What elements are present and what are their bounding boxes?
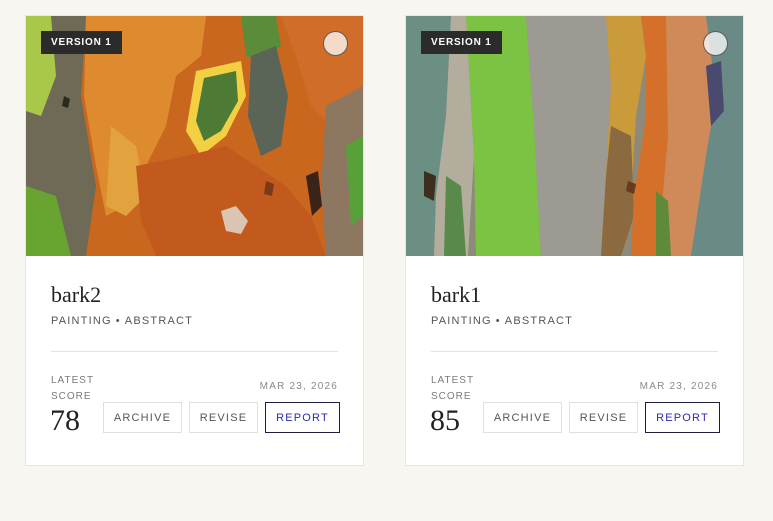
artwork-image[interactable]: VERSION 1 [406,16,743,256]
divider [51,351,338,352]
archive-button[interactable]: ARCHIVE [483,402,562,433]
report-button[interactable]: REPORT [265,402,340,433]
divider [431,351,718,352]
medium-label: PAINTING [431,315,492,327]
latest-score-value: 85 [430,404,460,437]
revise-button[interactable]: REVISE [569,402,638,433]
artwork-meta: PAINTING • ABSTRACT [431,315,573,327]
select-checkbox[interactable] [703,31,728,56]
artwork-card: VERSION 1 bark1 PAINTING • ABSTRACT LATEST… [405,15,744,466]
artwork-card: VERSION 1 bark2 PAINTING • ABSTRACT LATEST… [25,15,364,466]
style-label: ABSTRACT [504,315,574,327]
style-label: ABSTRACT [124,315,194,327]
latest-score-label: LATEST SCORE [431,375,474,402]
archive-button[interactable]: ARCHIVE [103,402,182,433]
medium-label: PAINTING [51,315,112,327]
score-date: MAR 23, 2026 [259,381,338,392]
artwork-title[interactable]: bark2 [51,282,101,308]
latest-score-value: 78 [50,404,80,437]
artwork-title[interactable]: bark1 [431,282,481,308]
report-button[interactable]: REPORT [645,402,720,433]
select-checkbox[interactable] [323,31,348,56]
separator-dot: • [495,315,501,327]
latest-score-label: LATEST SCORE [51,375,94,402]
separator-dot: • [115,315,121,327]
score-date: MAR 23, 2026 [639,381,718,392]
artwork-meta: PAINTING • ABSTRACT [51,315,193,327]
artwork-image[interactable]: VERSION 1 [26,16,363,256]
revise-button[interactable]: REVISE [189,402,258,433]
version-badge: VERSION 1 [41,31,122,54]
version-badge: VERSION 1 [421,31,502,54]
